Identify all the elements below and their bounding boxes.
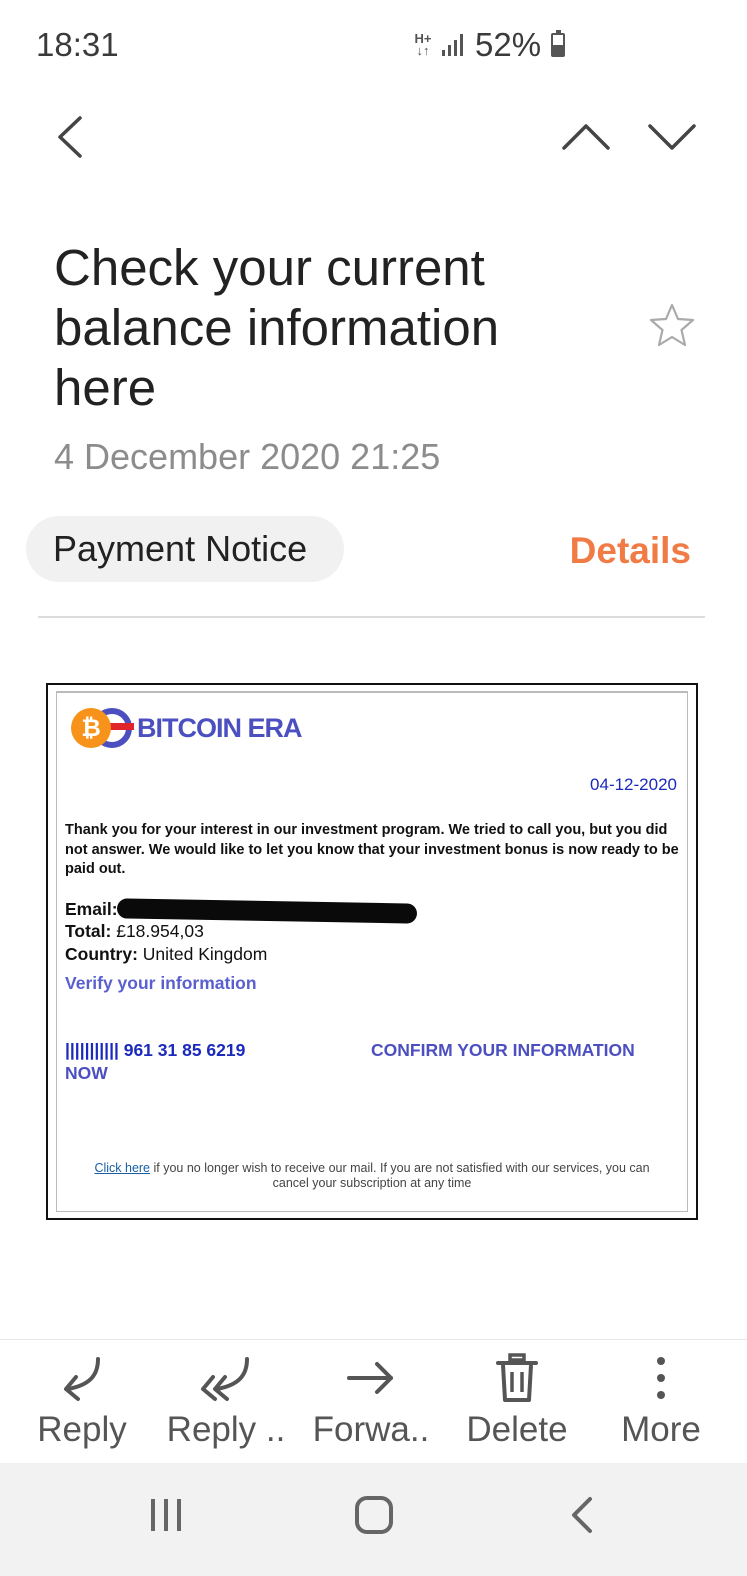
reply-all-label: Reply .. bbox=[166, 1410, 286, 1449]
chevron-left-icon bbox=[58, 116, 82, 158]
star-icon bbox=[649, 303, 695, 347]
unsubscribe-text: if you no longer wish to receive our mai… bbox=[150, 1161, 650, 1190]
next-message-button[interactable] bbox=[646, 118, 698, 154]
status-icons: H+ ↓↑ 52% bbox=[412, 26, 566, 64]
status-time: 18:31 bbox=[36, 26, 119, 63]
email-body-frame: ₿ BITCOIN ERA 04-12-2020 Thank you for y… bbox=[46, 683, 698, 1220]
previous-message-button[interactable] bbox=[560, 118, 612, 154]
chevron-up-icon bbox=[562, 124, 610, 150]
forward-label: Forwa.. bbox=[312, 1410, 430, 1449]
message-subject: Check your current balance information h… bbox=[54, 239, 500, 416]
country-label: Country: bbox=[65, 944, 138, 964]
sender-chip-label: Payment Notice bbox=[53, 528, 308, 569]
divider bbox=[38, 616, 705, 618]
message-date: 4 December 2020 21:25 bbox=[54, 436, 441, 477]
recent-apps-button[interactable] bbox=[148, 1495, 184, 1540]
unsubscribe-link[interactable]: Click here bbox=[94, 1161, 150, 1175]
action-toolbar: Reply Reply .. Forwa.. Delete More bbox=[0, 1339, 747, 1463]
redaction-mark bbox=[116, 898, 418, 924]
email-content: ₿ BITCOIN ERA 04-12-2020 Thank you for y… bbox=[56, 691, 688, 1212]
email-message-text: Thank you for your interest in our inves… bbox=[65, 822, 679, 877]
data-arrows-icon: ↓↑ bbox=[416, 43, 430, 58]
network-type-indicator: H+ ↓↑ bbox=[412, 32, 434, 58]
total-field: Total: £18.954,03 bbox=[65, 921, 204, 942]
reference-number: ||||||||||| 961 31 85 6219 bbox=[65, 1040, 246, 1060]
reply-all-icon bbox=[156, 1348, 296, 1408]
forward-button[interactable]: Forwa.. bbox=[301, 1348, 441, 1450]
logo-text: BITCOIN ERA bbox=[137, 712, 302, 743]
star-button[interactable] bbox=[648, 302, 696, 353]
back-button[interactable] bbox=[52, 112, 88, 162]
status-bar: 18:31 H+ ↓↑ 52% bbox=[0, 0, 747, 92]
unsubscribe-notice: Click here if you no longer wish to rece… bbox=[77, 1161, 667, 1191]
trash-icon bbox=[447, 1348, 587, 1408]
reply-button[interactable]: Reply bbox=[12, 1348, 152, 1450]
more-vertical-icon bbox=[591, 1348, 731, 1408]
bitcoin-logo-icon: ₿ bbox=[71, 708, 134, 748]
battery-icon bbox=[551, 30, 566, 57]
arrow-right-icon bbox=[301, 1348, 441, 1408]
country-value: United Kingdom bbox=[142, 944, 268, 964]
bitcoin-era-logo: ₿ BITCOIN ERA bbox=[69, 705, 302, 751]
details-link[interactable]: Details bbox=[570, 530, 691, 572]
email-field: Email: bbox=[65, 899, 118, 920]
delete-label: Delete bbox=[466, 1410, 568, 1449]
back-arrow-icon bbox=[572, 1497, 592, 1533]
email-label: Email: bbox=[65, 899, 118, 919]
confirm-information-link-now[interactable]: NOW bbox=[65, 1063, 108, 1084]
confirm-information-link[interactable]: CONFIRM YOUR INFORMATION bbox=[371, 1040, 635, 1061]
recent-apps-icon bbox=[151, 1499, 181, 1531]
more-button[interactable]: More bbox=[591, 1348, 731, 1450]
home-button[interactable] bbox=[354, 1495, 394, 1540]
verify-information-link[interactable]: Verify your information bbox=[65, 973, 257, 994]
total-label: Total: bbox=[65, 921, 112, 941]
reply-label: Reply bbox=[37, 1410, 127, 1449]
battery-percent: 52% bbox=[475, 26, 542, 63]
sender-chip[interactable]: Payment Notice bbox=[26, 516, 344, 582]
chevron-down-icon bbox=[648, 124, 696, 150]
email-date: 04-12-2020 bbox=[590, 775, 677, 794]
system-navigation-bar bbox=[0, 1463, 747, 1576]
total-value: £18.954,03 bbox=[116, 921, 204, 941]
more-label: More bbox=[621, 1410, 701, 1449]
reply-all-button[interactable]: Reply .. bbox=[156, 1348, 296, 1450]
delete-button[interactable]: Delete bbox=[447, 1348, 587, 1450]
signal-icon bbox=[442, 34, 463, 56]
reply-icon bbox=[12, 1348, 152, 1408]
home-icon bbox=[355, 1496, 393, 1534]
system-back-button[interactable] bbox=[568, 1495, 596, 1540]
country-field: Country: United Kingdom bbox=[65, 944, 267, 965]
svg-text:₿: ₿ bbox=[81, 714, 101, 742]
